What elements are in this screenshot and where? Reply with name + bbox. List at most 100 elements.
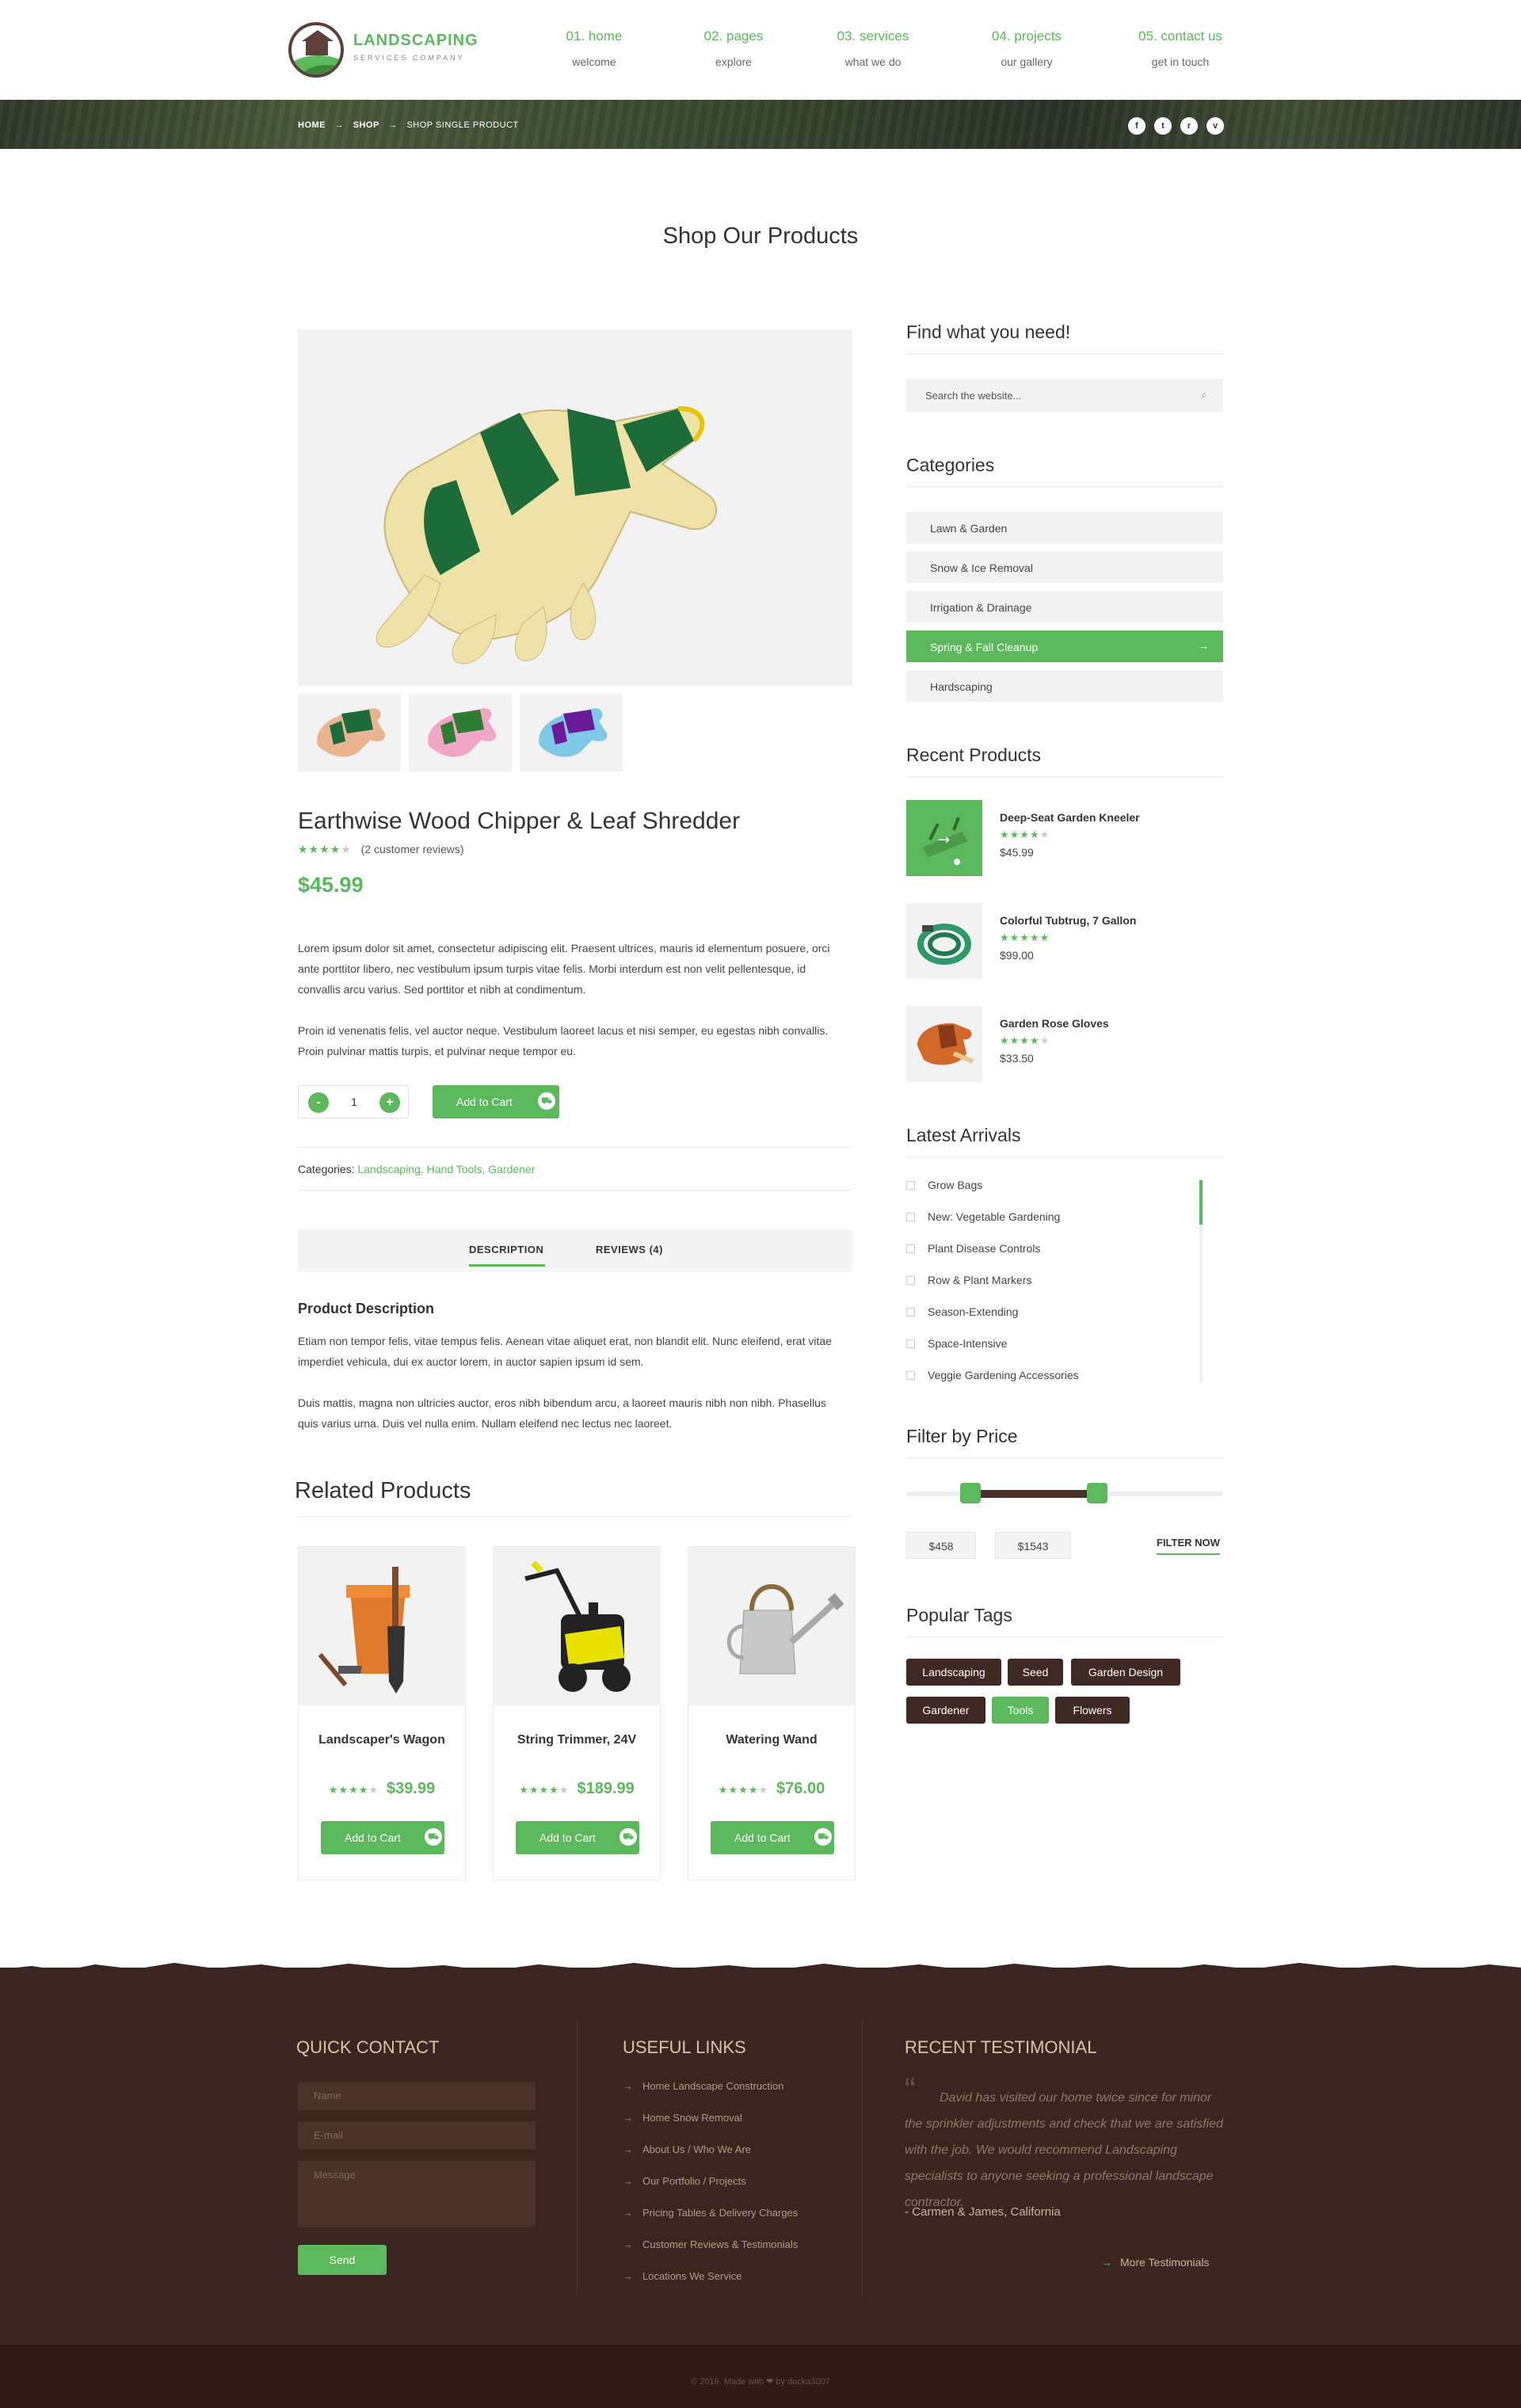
divider — [298, 1190, 852, 1191]
add-to-cart-button[interactable]: Add to Cart ⛟ — [516, 1821, 639, 1854]
search-input[interactable]: Search the website... ⌕ — [906, 379, 1223, 412]
arrival-label: Season-Extending — [928, 1305, 1019, 1318]
price-max-field[interactable]: $1543 — [995, 1532, 1071, 1559]
tab-description[interactable]: DESCRIPTION — [469, 1244, 543, 1255]
arrival-item[interactable]: New: Vegetable Gardening — [906, 1210, 1060, 1223]
price-slider-max-handle[interactable] — [1087, 1483, 1107, 1503]
nav-pages[interactable]: 02. pages explore — [678, 29, 789, 68]
tag-flowers[interactable]: Flowers — [1055, 1697, 1130, 1724]
recent-product-item[interactable]: → Deep-Seat Garden Kneeler ★★★★★ $45.99 — [906, 800, 1223, 876]
quick-contact-heading: QUICK CONTACT — [296, 2037, 440, 2057]
product-name[interactable]: String Trimmer, 24V — [494, 1732, 660, 1748]
email-field[interactable]: E-mail — [298, 2121, 536, 2150]
category-item[interactable]: Hardscaping — [906, 670, 1223, 702]
price-slider-min-handle[interactable] — [960, 1483, 981, 1503]
message-field[interactable]: Message — [298, 2161, 536, 2227]
checkbox-icon[interactable] — [906, 1339, 915, 1348]
pink-gloves-thumb — [428, 708, 497, 757]
category-item[interactable]: Snow & Ice Removal — [906, 551, 1223, 583]
category-item[interactable]: Lawn & Garden — [906, 512, 1223, 543]
kneeler-image: → — [922, 817, 968, 865]
vimeo-icon[interactable]: v — [1207, 117, 1224, 135]
add-to-cart-button[interactable]: Add to Cart ⛟ — [433, 1085, 559, 1118]
qty-plus-button[interactable]: + — [379, 1092, 400, 1113]
qty-value[interactable]: 1 — [346, 1095, 362, 1108]
checkbox-icon[interactable] — [906, 1276, 915, 1285]
product-name[interactable]: Landscaper's Wagon — [299, 1732, 465, 1748]
search-icon[interactable]: ⌕ — [1201, 388, 1207, 402]
footer-link[interactable]: → Locations We Service — [623, 2270, 742, 2282]
tag-seed[interactable]: Seed — [1008, 1659, 1063, 1686]
footer-link[interactable]: → Our Portfolio / Projects — [623, 2175, 746, 2187]
product-name[interactable]: Colorful Tubtrug, 7 Gallon — [1000, 914, 1136, 927]
product-name[interactable]: Deep-Seat Garden Kneeler — [1000, 811, 1140, 824]
footer-link[interactable]: → Customer Reviews & Testimonials — [623, 2238, 798, 2250]
search-placeholder: Search the website... — [925, 390, 1022, 402]
add-to-cart-button[interactable]: Add to Cart ⛟ — [321, 1821, 444, 1854]
testimonial-quote: “ David has visited our home twice since… — [905, 2074, 1229, 2216]
add-to-cart-button[interactable]: Add to Cart ⛟ — [711, 1821, 834, 1854]
twitter-icon[interactable]: t — [1154, 117, 1172, 135]
product-price: $189.99 — [577, 1780, 635, 1797]
review-count[interactable]: (2 customer reviews) — [361, 843, 464, 855]
recent-product-item[interactable]: Garden Rose Gloves ★★★★★ $33.50 — [906, 1006, 1223, 1082]
product-name[interactable]: Garden Rose Gloves — [1000, 1017, 1109, 1030]
product-thumbnail[interactable] — [298, 694, 401, 772]
arrival-item[interactable]: Plant Disease Controls — [906, 1242, 1040, 1255]
product-rating-price: ★★★★★ $76.00 — [688, 1780, 855, 1798]
category-item[interactable]: Irrigation & Drainage — [906, 591, 1223, 623]
footer-link[interactable]: → About Us / Who We Are — [623, 2143, 751, 2155]
nav-home[interactable]: 01. home welcome — [539, 29, 650, 68]
arrival-item[interactable]: Season-Extending — [906, 1305, 1018, 1318]
site-logo[interactable]: LANDSCAPING SERVICES COMPANY — [288, 21, 478, 79]
name-field[interactable]: Name — [298, 2082, 536, 2110]
category-item-active[interactable]: Spring & Fall Cleanup → — [906, 631, 1223, 662]
nav-contact[interactable]: 05. contact us get in touch — [1125, 29, 1236, 68]
category-links[interactable]: Landscaping, Hand Tools, Gardener — [357, 1163, 535, 1175]
qty-minus-button[interactable]: - — [308, 1092, 329, 1113]
arrival-label: Space-Intensive — [928, 1337, 1008, 1350]
product-thumbnail[interactable] — [520, 694, 623, 772]
scrollbar-thumb[interactable] — [1199, 1180, 1203, 1225]
product-main-image[interactable] — [298, 330, 852, 686]
product-price: $45.99 — [298, 873, 364, 897]
checkbox-icon[interactable] — [906, 1213, 915, 1221]
rss-icon[interactable]: r — [1180, 117, 1198, 135]
checkbox-icon[interactable] — [906, 1244, 915, 1253]
tag-landscaping[interactable]: Landscaping — [906, 1659, 1001, 1686]
arrival-item[interactable]: Veggie Gardening Accessories — [906, 1369, 1079, 1381]
footer-link[interactable]: → Home Landscape Construction — [623, 2080, 784, 2092]
tag-garden-design[interactable]: Garden Design — [1071, 1659, 1180, 1686]
breadcrumb: HOME → SHOP → SHOP SINGLE PRODUCT — [298, 120, 525, 130]
arrival-item[interactable]: Space-Intensive — [906, 1337, 1007, 1350]
categories-label: Categories: — [298, 1163, 355, 1175]
arrival-item[interactable]: Row & Plant Markers — [906, 1274, 1031, 1286]
breadcrumb-home[interactable]: HOME — [298, 120, 326, 130]
product-description-2: Proin id venenatis felis, vel auctor neq… — [298, 1024, 829, 1057]
product-thumbnail[interactable] — [409, 694, 512, 772]
nav-projects[interactable]: 04. projects our gallery — [971, 29, 1082, 68]
related-product-card[interactable]: Watering Wand ★★★★★ $76.00 Add to Cart ⛟ — [688, 1546, 856, 1880]
related-product-card[interactable]: String Trimmer, 24V ★★★★★ $189.99 Add to … — [493, 1546, 661, 1880]
snow-blower-image — [524, 1560, 631, 1692]
filter-now-button[interactable]: FILTER NOW — [1157, 1537, 1220, 1555]
nav-services[interactable]: 03. services what we do — [818, 29, 928, 68]
tag-tools[interactable]: Tools — [992, 1697, 1049, 1724]
footer-link[interactable]: → Pricing Tables & Delivery Charges — [623, 2207, 798, 2219]
tag-gardener[interactable]: Gardener — [906, 1697, 985, 1724]
arrival-label: Row & Plant Markers — [928, 1274, 1032, 1286]
arrival-item[interactable]: Grow Bags — [906, 1179, 982, 1191]
more-testimonials-link[interactable]: → More Testimonials — [1101, 2256, 1210, 2269]
send-button[interactable]: Send — [298, 2245, 387, 2275]
price-min-field[interactable]: $458 — [906, 1532, 976, 1559]
recent-product-item[interactable]: Colorful Tubtrug, 7 Gallon ★★★★★ $99.00 — [906, 903, 1223, 979]
checkbox-icon[interactable] — [906, 1371, 915, 1380]
product-name[interactable]: Watering Wand — [688, 1732, 855, 1748]
footer-link[interactable]: → Home Snow Removal — [623, 2112, 742, 2124]
related-product-card[interactable]: Landscaper's Wagon ★★★★★ $39.99 Add to Ca… — [298, 1546, 466, 1880]
facebook-icon[interactable]: f — [1128, 117, 1146, 135]
tab-reviews[interactable]: REVIEWS (4) — [596, 1244, 663, 1255]
checkbox-icon[interactable] — [906, 1181, 915, 1190]
checkbox-icon[interactable] — [906, 1308, 915, 1316]
breadcrumb-shop[interactable]: SHOP — [353, 120, 379, 130]
